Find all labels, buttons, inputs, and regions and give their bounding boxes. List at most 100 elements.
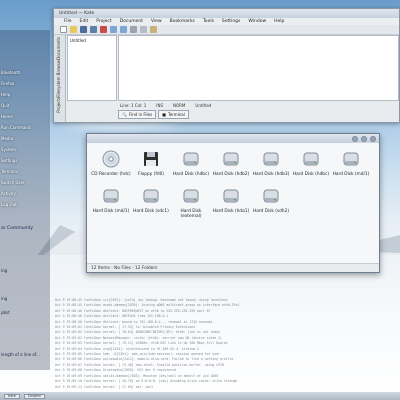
launcher-item[interactable]: Home — [1, 114, 13, 119]
launcher-item[interactable]: Log Out — [1, 202, 17, 207]
launcher-item[interactable]: Switch User — [1, 180, 25, 185]
close-button[interactable] — [370, 135, 376, 142]
file-name: Untitled — [195, 103, 212, 108]
harddisk-icon — [182, 187, 200, 207]
device-item[interactable]: Hard Disk (sdh2) — [251, 187, 291, 219]
tab-terminal[interactable]: ■ Terminal — [158, 110, 189, 119]
tab-filesystem-browser[interactable]: Filesystem Browser — [56, 59, 61, 98]
device-item[interactable]: Hard Disk (hda1) — [211, 187, 251, 219]
launcher-panel: Bluetooth Firefox Help Quit Home Run Command M… — [0, 30, 50, 370]
copy-icon[interactable] — [140, 26, 147, 33]
menu-settings[interactable]: Settings — [222, 19, 240, 24]
kate-window: Untitled — Kate File Edit Project Document V… — [53, 8, 400, 123]
menu-help[interactable]: Help — [274, 19, 284, 24]
menu-bookmarks[interactable]: Bookmarks — [170, 19, 195, 24]
launcher-lower-item: length of a line of... — [1, 352, 40, 357]
text-editor-area[interactable] — [118, 35, 399, 101]
device-item[interactable]: Hard Disk (sdc1) — [131, 187, 171, 219]
document-list: Untitled — [67, 35, 117, 101]
launcher-item[interactable]: Activity — [1, 191, 16, 196]
device-item[interactable]: CD Recorder (hdc) — [91, 150, 131, 177]
device-item[interactable]: Hard Disk (hdbc) — [291, 150, 331, 177]
redo-icon[interactable] — [120, 26, 127, 33]
maximize-button[interactable] — [361, 135, 367, 142]
document-item[interactable]: Untitled — [70, 38, 114, 43]
launcher-item[interactable]: Terminal — [1, 169, 18, 174]
device-label: Hard Disk (sdh2) — [252, 209, 290, 214]
cut-icon[interactable] — [130, 26, 137, 33]
menu-project[interactable]: Project — [96, 19, 111, 24]
file-manager-window: CD Recorder (hdc) Floppy (fd0) Hard Disk (… — [86, 133, 380, 273]
device-label: Hard Disk (hda1) — [212, 209, 250, 214]
new-icon[interactable] — [60, 26, 67, 33]
floppy-icon — [142, 150, 160, 170]
harddisk-icon — [142, 187, 160, 207]
file-manager-status: 12 Items - No Files - 12 Folders — [87, 263, 379, 272]
device-label: Hard Disk (md/1) — [332, 172, 370, 177]
launcher-item[interactable]: System — [1, 147, 16, 152]
device-label: Hard Disk (hdb2) — [212, 172, 250, 177]
minimize-button[interactable] — [352, 135, 358, 142]
taskbar-item-kate[interactable]: Kate — [4, 393, 20, 399]
system-log: Oct 9 19:08:45 funfulbox src[2013]: [inf… — [55, 298, 400, 390]
device-item[interactable]: Hard Disk (md/1) — [91, 187, 131, 219]
launcher-item[interactable]: Media — [1, 136, 13, 141]
menu-document[interactable]: Document — [120, 19, 143, 24]
device-label: Hard Disk (external) — [180, 209, 202, 219]
launcher-item[interactable]: Bluetooth — [1, 70, 20, 75]
harddisk-icon — [222, 150, 240, 170]
menu-window[interactable]: Window — [248, 19, 266, 24]
launcher-item[interactable]: Firefox — [1, 81, 14, 86]
device-item[interactable]: Hard Disk (hdb3) — [251, 150, 291, 177]
tab-projects[interactable]: Projects — [56, 97, 61, 113]
launcher-lower-item: ing — [1, 296, 8, 301]
device-label: Hard Disk (hdbc) — [292, 172, 330, 177]
save-as-icon[interactable] — [90, 26, 97, 33]
close-icon[interactable] — [100, 26, 107, 33]
launcher-item[interactable]: Help — [1, 92, 10, 97]
launcher-item[interactable]: Run Command — [1, 125, 31, 130]
file-manager-titlebar[interactable] — [87, 134, 379, 143]
launcher-lower-item: ing — [1, 268, 8, 273]
launcher-lower-item: pbst — [1, 310, 10, 315]
tab-find-label: Find in Files — [128, 112, 153, 117]
device-item[interactable]: Hard Disk (md/1) — [331, 150, 371, 177]
tab-documents[interactable]: Documents — [56, 37, 61, 60]
menu-edit[interactable]: Edit — [80, 19, 89, 24]
open-icon[interactable] — [70, 26, 77, 33]
launcher-item[interactable]: Quit — [1, 103, 9, 108]
menu-file[interactable]: File — [64, 19, 72, 24]
device-label: Hard Disk (hdb3) — [252, 172, 290, 177]
harddisk-icon — [102, 187, 120, 207]
kate-titlebar[interactable]: Untitled — Kate — [54, 9, 399, 18]
device-grid: CD Recorder (hdc) Floppy (fd0) Hard Disk (… — [91, 150, 377, 219]
undo-icon[interactable] — [110, 26, 117, 33]
device-label: Hard Disk (sdc1) — [133, 209, 169, 214]
harddisk-icon — [262, 150, 280, 170]
menu-view[interactable]: View — [151, 19, 162, 24]
taskbar-item-dolphin[interactable]: Dolphin — [23, 393, 46, 399]
side-tab-strip: Documents Filesystem Browser Projects — [54, 35, 66, 122]
tab-find-in-files[interactable]: 🔍 Find in Files — [118, 110, 157, 119]
cd-icon — [102, 150, 120, 170]
taskbar: Kate Dolphin — [0, 392, 400, 400]
save-icon[interactable] — [80, 26, 87, 33]
insert-mode: INS — [156, 103, 164, 108]
paste-icon[interactable] — [150, 26, 157, 33]
device-item[interactable]: Floppy (fd0) — [131, 150, 171, 177]
harddisk-icon — [182, 150, 200, 170]
device-item[interactable]: Hard Disk (hdbc) — [171, 150, 211, 177]
launcher-item[interactable]: Settings — [1, 158, 17, 163]
search-icon: 🔍 — [122, 112, 127, 117]
device-label: CD Recorder (hdc) — [91, 172, 131, 177]
menu-tools[interactable]: Tools — [203, 19, 214, 24]
bottom-tabs: 🔍 Find in Files ■ Terminal — [118, 110, 189, 119]
harddisk-icon — [302, 150, 320, 170]
kate-menubar: File Edit Project Document View Bookmarks Tool… — [54, 18, 399, 25]
harddisk-icon — [222, 187, 240, 207]
community-label: ar Community — [1, 226, 34, 231]
device-item[interactable]: Hard Disk (hdb2) — [211, 150, 251, 177]
device-item[interactable]: Hard Disk (external) — [171, 187, 211, 219]
device-label: Hard Disk (md/1) — [92, 209, 130, 214]
kate-title: Untitled — Kate — [59, 11, 95, 16]
